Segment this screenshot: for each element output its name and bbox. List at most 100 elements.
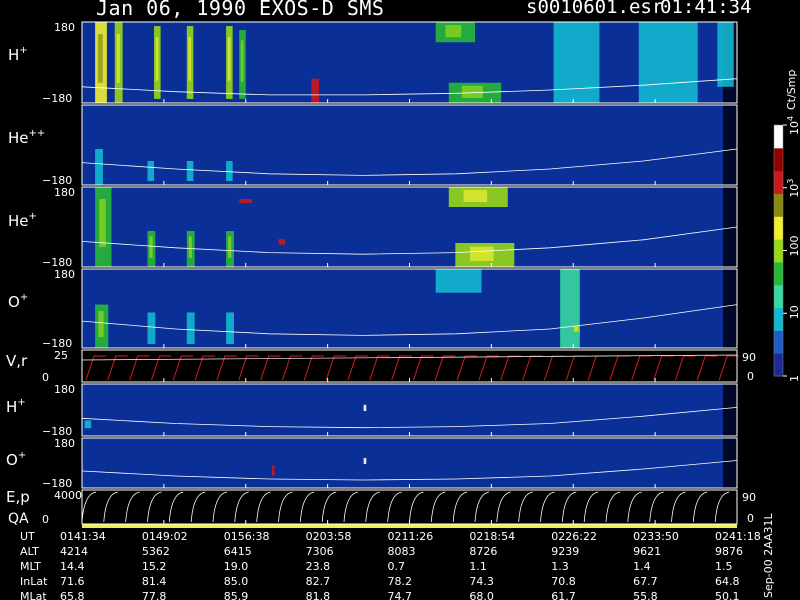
panel-heplus-blob-6 xyxy=(239,199,253,203)
orbit-value-ut-4: 0211:26 xyxy=(388,530,434,543)
panel-heplus-label: He+ xyxy=(8,211,37,230)
panel-heplusplus-gap xyxy=(723,105,737,185)
panel-oplus-1-blob-3 xyxy=(226,312,234,345)
orbit-value-mlt-1: 15.2 xyxy=(142,560,167,573)
panel-vr-right-tick-top: 90 xyxy=(742,351,756,364)
panel-vr-right-tick-bottom: 0 xyxy=(747,370,754,383)
panel-hplus-1-blob-core-3 xyxy=(188,36,192,81)
panel-hplus-2-tick-top: 180 xyxy=(54,383,75,396)
footer-vertical: Sep-00 2AA31L xyxy=(762,512,775,598)
panel-heplus-blob-core-2 xyxy=(188,236,192,258)
panel-heplus-blob-core-3 xyxy=(228,236,232,258)
orbit-value-ut-0: 0141:34 xyxy=(60,530,106,543)
panel-hplus-2-blob-1 xyxy=(363,404,367,412)
orbit-row-label-mlat: MLat xyxy=(20,590,47,600)
colorbar-segment-4 xyxy=(774,261,783,286)
panel-oplus-2-background xyxy=(82,438,737,488)
orbit-value-ut-3: 0203:58 xyxy=(306,530,352,543)
panel-oplus-1-blob-1 xyxy=(147,312,156,345)
panel-heplus-blob-7 xyxy=(278,239,286,245)
panel-vr-tick-bottom: 0 xyxy=(42,371,49,384)
panel-hplus-2-blob-0 xyxy=(84,420,92,429)
spectrogram-chart: H+180−180He++−180He+180−180O+180−180V,r 2… xyxy=(6,21,800,600)
panel-heplusplus-label: He++ xyxy=(8,128,45,147)
panel-vr-tick-top: 25 xyxy=(54,349,68,362)
panel-heplusplus-blob-3 xyxy=(226,161,233,181)
colorbar-segment-8 xyxy=(774,170,783,194)
panel-ep-tick-bottom: 0 xyxy=(42,513,49,526)
orbit-value-alt-4: 8083 xyxy=(388,545,416,558)
orbit-value-alt-7: 9621 xyxy=(633,545,661,558)
orbit-value-ut-5: 0218:54 xyxy=(469,530,515,543)
panel-heplusplus-blob-2 xyxy=(186,161,194,181)
panel-hplus-1-blob-11 xyxy=(717,22,734,87)
orbit-value-mlat-2: 85.9 xyxy=(224,590,249,600)
panel-heplus-blob-core-4 xyxy=(463,190,488,202)
colorbar-segment-0 xyxy=(774,353,783,377)
panel-hplus-1-blob-9 xyxy=(553,22,600,103)
orbit-value-inlat-2: 85.0 xyxy=(224,575,249,588)
orbit-value-mlt-2: 19.0 xyxy=(224,560,249,573)
orbit-value-mlat-6: 61.7 xyxy=(551,590,576,600)
panel-ep-right-tick-bottom: 0 xyxy=(747,512,754,525)
orbit-value-ut-7: 0233:50 xyxy=(633,530,679,543)
orbit-value-mlt-3: 23.8 xyxy=(306,560,331,573)
orbit-value-mlat-4: 74.7 xyxy=(388,590,413,600)
orbit-value-inlat-6: 70.8 xyxy=(551,575,576,588)
colorbar-segment-5 xyxy=(774,239,783,263)
orbit-value-inlat-1: 81.4 xyxy=(142,575,167,588)
colorbar-segment-10 xyxy=(774,125,783,149)
orbit-value-inlat-8: 64.8 xyxy=(715,575,740,588)
panel-ep-label: E,p xyxy=(6,488,30,506)
orbit-value-alt-5: 8726 xyxy=(469,545,497,558)
panel-heplusplus-blob-1 xyxy=(147,161,155,181)
orbit-value-alt-0: 4214 xyxy=(60,545,88,558)
colorbar-units: Ct/Smp xyxy=(785,70,798,110)
panel-heplus-tick-top: 180 xyxy=(54,186,75,199)
orbit-value-mlt-7: 1.4 xyxy=(633,560,651,573)
colorbar-tick-4: 104 xyxy=(786,116,800,135)
panel-hplus-1-blob-core-8 xyxy=(461,85,483,98)
orbit-value-ut-1: 0149:02 xyxy=(142,530,188,543)
qa-bar xyxy=(82,524,737,528)
orbit-value-alt-6: 9239 xyxy=(551,545,579,558)
orbit-value-inlat-5: 74.3 xyxy=(469,575,494,588)
panel-ep-tick-top: 4000 xyxy=(54,489,82,502)
colorbar-tick-2: 100 xyxy=(788,236,800,257)
orbit-row-label-mlt: MLT xyxy=(20,560,41,573)
exos-d-sms-plot: Jan 06, 1990 EXOS-D SMS s0010601.esr 01:… xyxy=(0,0,800,600)
colorbar-tick-3: 103 xyxy=(786,179,800,198)
panel-oplus-1-blob-5 xyxy=(560,269,580,348)
orbit-value-mlt-6: 1.3 xyxy=(551,560,569,573)
panel-hplus-1-blob-core-1 xyxy=(116,34,120,83)
orbit-value-alt-8: 9876 xyxy=(715,545,743,558)
orbit-value-mlt-0: 14.4 xyxy=(60,560,85,573)
orbit-value-mlat-7: 55.8 xyxy=(633,590,658,600)
panel-oplus-1-gap xyxy=(723,269,737,348)
panel-hplus-1-blob-10 xyxy=(638,22,698,103)
orbit-value-inlat-0: 71.6 xyxy=(60,575,85,588)
orbit-row-label-ut: UT xyxy=(20,530,35,543)
orbit-value-inlat-7: 67.7 xyxy=(633,575,658,588)
orbit-value-mlat-8: 50.1 xyxy=(715,590,740,600)
colorbar-segment-1 xyxy=(774,330,783,354)
panel-hplus-1-blob-core-2 xyxy=(155,36,159,81)
colorbar-segment-9 xyxy=(774,147,783,172)
panel-oplus-1-background xyxy=(82,269,737,348)
panel-hplus-1-tick-bottom: −180 xyxy=(42,92,72,105)
orbit-value-mlt-8: 1.5 xyxy=(715,560,733,573)
panel-heplusplus-blob-0 xyxy=(95,149,103,185)
panel-oplus-1-blob-core-0 xyxy=(98,311,104,338)
orbit-row-label-alt: ALT xyxy=(20,545,39,558)
colorbar-segment-6 xyxy=(774,216,783,240)
panel-heplus-blob-core-0 xyxy=(99,199,106,247)
panel-heplus-blob-core-5 xyxy=(470,246,494,261)
panel-hplus-2-label: H+ xyxy=(6,397,26,416)
orbit-value-alt-1: 5362 xyxy=(142,545,170,558)
orbit-value-ut-8: 0241:18 xyxy=(715,530,761,543)
panel-hplus-1-blob-core-4 xyxy=(227,36,231,81)
orbit-value-mlt-4: 0.7 xyxy=(388,560,406,573)
orbit-value-alt-2: 6415 xyxy=(224,545,252,558)
panel-oplus-2-tick-top: 180 xyxy=(54,437,75,450)
panel-oplus-2-blob-1 xyxy=(363,458,367,464)
